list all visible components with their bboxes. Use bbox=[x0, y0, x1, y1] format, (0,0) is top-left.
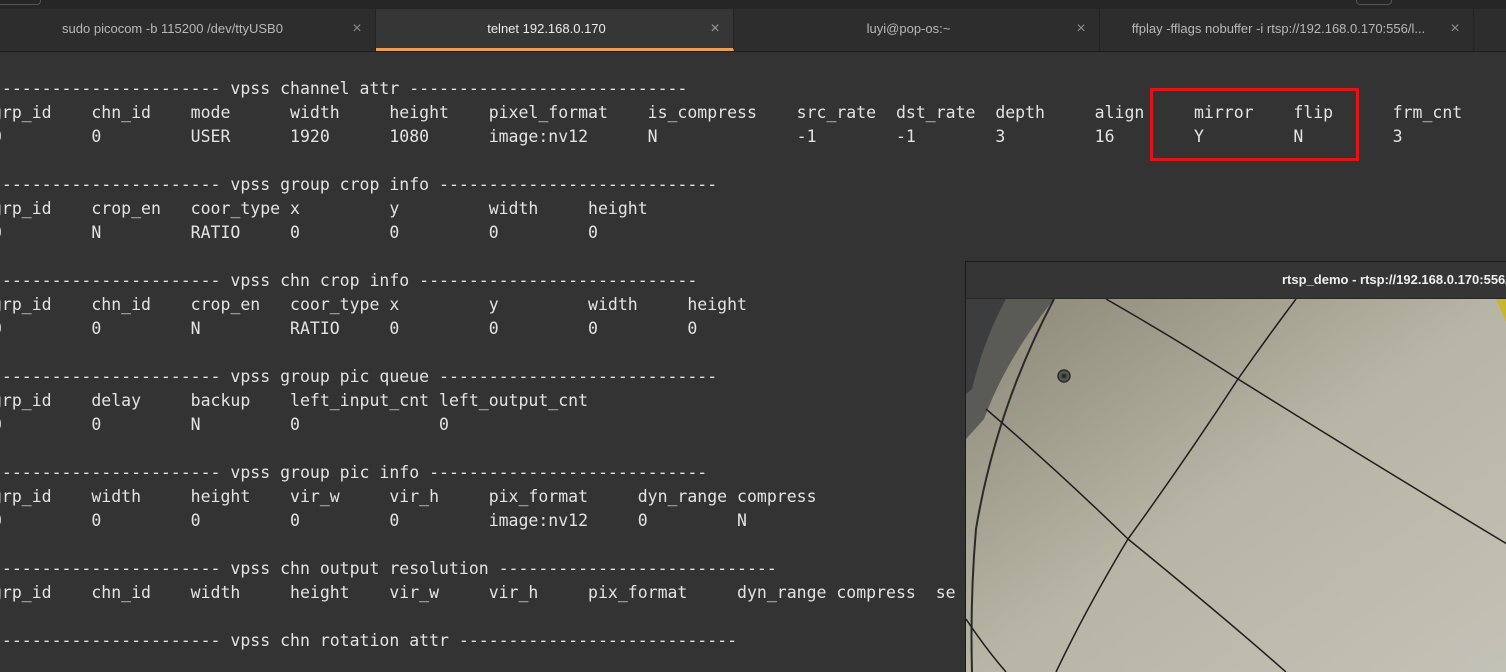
tab-bar: sudo picocom -b 115200 /dev/ttyUSB0 × te… bbox=[0, 0, 1506, 52]
ffplay-window-title: rtsp_demo - rtsp://192.168.0.170:556/l bbox=[1282, 272, 1506, 287]
tab-ffplay[interactable]: ffplay -fflags nobuffer -i rtsp://192.16… bbox=[1100, 9, 1474, 51]
tab-shell[interactable]: luyi@pop-os:~ × bbox=[734, 9, 1100, 51]
tab-picocom[interactable]: sudo picocom -b 115200 /dev/ttyUSB0 × bbox=[0, 9, 376, 51]
terminal-line: grp_id chn_id width height vir_w vir_h p… bbox=[0, 583, 956, 602]
camera-view-image bbox=[966, 299, 1506, 672]
tab-label: sudo picocom -b 115200 /dev/ttyUSB0 bbox=[62, 21, 283, 36]
terminal-line: 0 0 N 0 0 bbox=[0, 415, 449, 434]
terminal-line: grp_id delay backup left_input_cnt left_… bbox=[0, 391, 589, 410]
terminal-line: ----------------------- vpss group pic i… bbox=[0, 463, 708, 482]
tab-telnet[interactable]: telnet 192.168.0.170 × bbox=[376, 9, 734, 51]
tab-overflow[interactable] bbox=[1474, 9, 1506, 51]
terminal-line: 0 0 0 0 0 image:nv12 0 N bbox=[0, 511, 747, 530]
tab-label: telnet 192.168.0.170 bbox=[487, 21, 606, 36]
terminal-line: 0 0 N RATIO 0 0 0 0 bbox=[0, 319, 698, 338]
close-icon[interactable]: × bbox=[349, 9, 365, 49]
terminal-line: ----------------------- vpss chn rotatio… bbox=[0, 631, 738, 650]
terminal-line: grp_id width height vir_w vir_h pix_form… bbox=[0, 487, 817, 506]
mirror-flip-highlight-box bbox=[1150, 88, 1359, 161]
terminal-line: ----------------------- vpss group crop … bbox=[0, 175, 718, 194]
window-control-left[interactable] bbox=[0, 0, 41, 5]
close-icon[interactable]: × bbox=[1073, 9, 1089, 49]
terminal-line: grp_id chn_id crop_en coor_type x y widt… bbox=[0, 295, 747, 314]
window-control-right[interactable] bbox=[1356, 0, 1392, 5]
terminal-line: ----------------------- vpss channel att… bbox=[0, 79, 688, 98]
terminal-line: ----------------------- vpss group pic q… bbox=[0, 367, 718, 386]
terminal-line: grp_id crop_en coor_type x y width heigh… bbox=[0, 199, 648, 218]
tab-label: luyi@pop-os:~ bbox=[866, 21, 951, 36]
terminal-line: 0 N RATIO 0 0 0 0 bbox=[0, 223, 598, 242]
tab-label: ffplay -fflags nobuffer -i rtsp://192.16… bbox=[1131, 21, 1426, 36]
ffplay-window[interactable]: rtsp_demo - rtsp://192.168.0.170:556/l bbox=[965, 261, 1506, 672]
video-frame[interactable] bbox=[966, 299, 1506, 672]
window-top-strip bbox=[0, 0, 1506, 9]
close-icon[interactable]: × bbox=[707, 9, 723, 49]
ffplay-window-titlebar[interactable]: rtsp_demo - rtsp://192.168.0.170:556/l bbox=[966, 262, 1506, 299]
terminal-line: ----------------------- vpss chn crop in… bbox=[0, 271, 698, 290]
close-icon[interactable]: × bbox=[1447, 9, 1463, 49]
terminal-line: ----------------------- vpss chn output … bbox=[0, 559, 777, 578]
